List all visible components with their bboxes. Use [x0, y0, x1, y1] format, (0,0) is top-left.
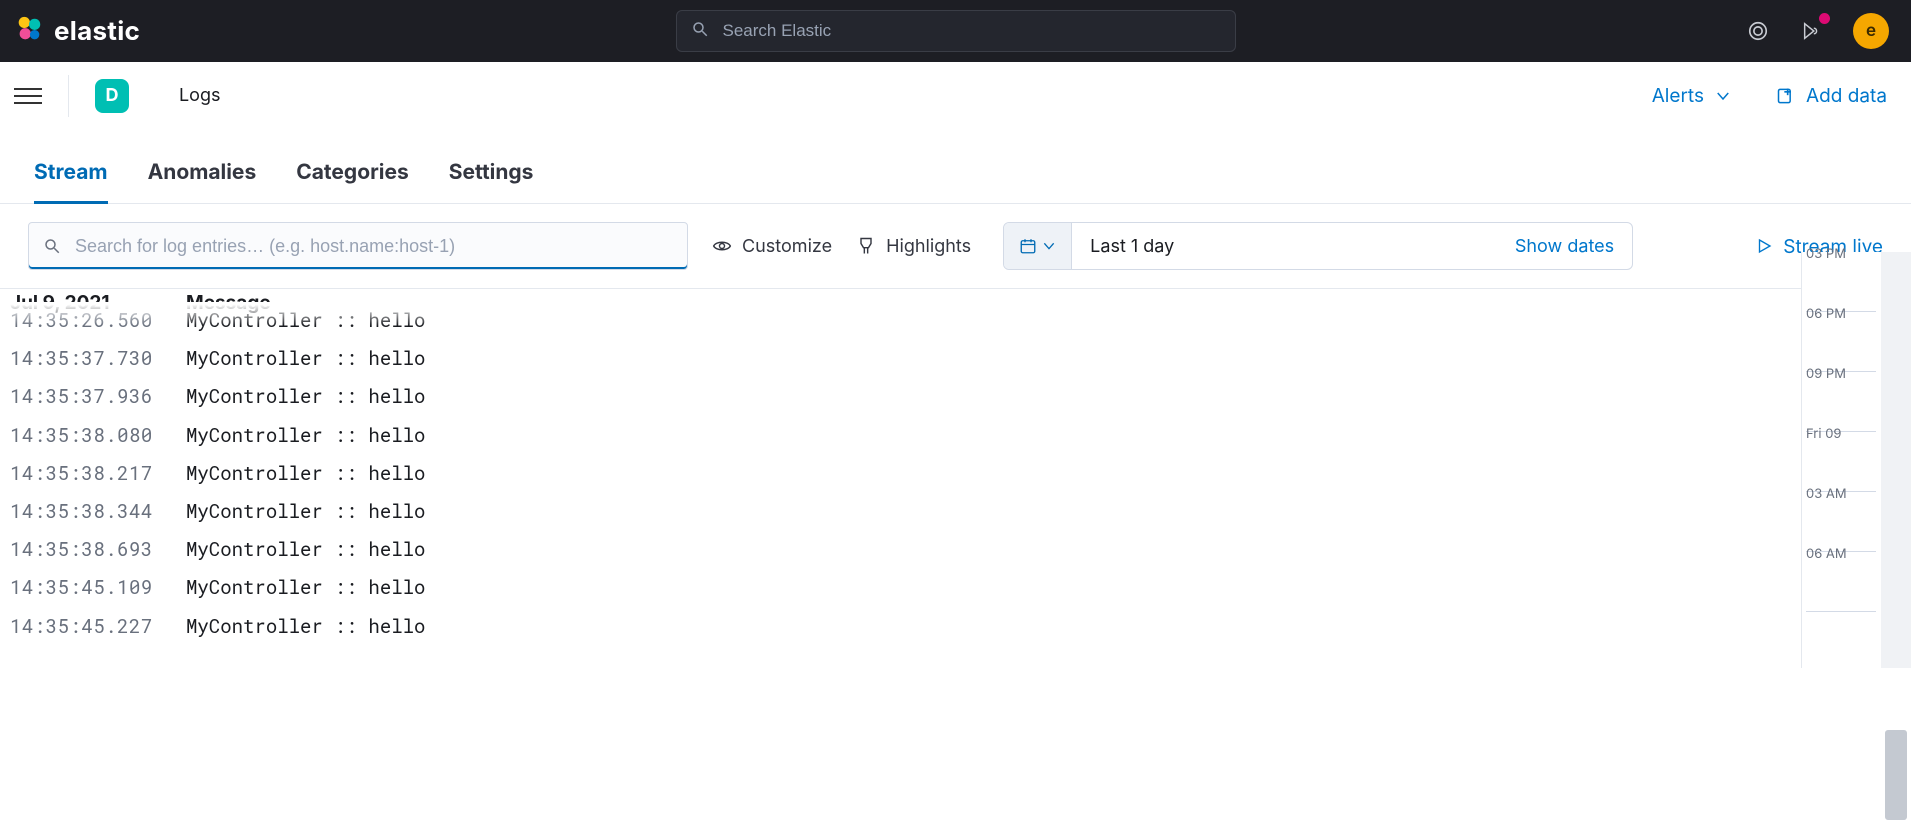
global-search-input[interactable] — [721, 20, 1221, 42]
newsfeed-icon[interactable] — [1799, 18, 1825, 44]
highlights-label: Highlights — [886, 236, 971, 257]
log-timestamp: 14:35:38.217 — [10, 457, 186, 491]
tab-categories[interactable]: Categories — [296, 160, 409, 203]
log-message: MyController :: hello — [186, 610, 425, 644]
log-message: MyController :: hello — [186, 457, 425, 491]
log-search[interactable] — [28, 222, 688, 270]
log-row[interactable]: 14:35:38.693MyController :: hello — [0, 531, 1911, 569]
log-row[interactable]: 14:35:37.936MyController :: hello — [0, 378, 1911, 416]
add-data-label: Add data — [1806, 84, 1887, 107]
log-timestamp: 14:35:37.730 — [10, 342, 186, 376]
highlights-button[interactable]: Highlights — [856, 236, 971, 257]
minimap-tick: 09 PM — [1806, 372, 1876, 432]
highlighter-icon — [856, 236, 876, 256]
date-picker: Last 1 day Show dates — [1003, 222, 1633, 270]
log-minimap[interactable]: 03 PM06 PM09 PMFri 0903 AM06 AM — [1801, 252, 1911, 668]
log-timestamp: 14:35:45.109 — [10, 571, 186, 605]
log-message: MyController :: hello — [186, 304, 425, 338]
tab-settings[interactable]: Settings — [449, 160, 534, 203]
log-timestamp: 14:35:26.560 — [10, 304, 186, 338]
log-row[interactable]: 14:35:38.217MyController :: hello — [0, 455, 1911, 493]
controls-bar: Customize Highlights Last 1 day Show dat… — [0, 204, 1911, 289]
elastic-logo-icon — [14, 14, 44, 48]
tab-anomalies[interactable]: Anomalies — [148, 160, 257, 203]
log-row[interactable]: 14:35:45.227MyController :: hello — [0, 608, 1911, 646]
search-icon — [43, 237, 61, 255]
log-row[interactable]: 14:35:38.080MyController :: hello — [0, 417, 1911, 455]
minimap-tick: 06 AM — [1806, 552, 1876, 612]
alerts-menu[interactable]: Alerts — [1652, 84, 1732, 107]
tab-stream[interactable]: Stream — [34, 160, 108, 203]
log-timestamp: 14:35:38.693 — [10, 533, 186, 567]
log-row[interactable]: 14:35:45.109MyController :: hello — [0, 569, 1911, 607]
log-timestamp: 14:35:45.227 — [10, 610, 186, 644]
log-message: MyController :: hello — [186, 419, 425, 453]
alerts-label: Alerts — [1652, 84, 1704, 107]
log-message: MyController :: hello — [186, 495, 425, 529]
add-data-link[interactable]: Add data — [1776, 84, 1887, 107]
log-rows[interactable]: 14:35:26.560MyController :: hello14:35:3… — [0, 302, 1911, 646]
log-message: MyController :: hello — [186, 342, 425, 376]
log-message: MyController :: hello — [186, 571, 425, 605]
play-icon — [1755, 237, 1773, 255]
tabs: Stream Anomalies Categories Settings — [0, 130, 1911, 204]
log-row[interactable]: 14:35:38.344MyController :: hello — [0, 493, 1911, 531]
nav-toggle-icon[interactable] — [14, 82, 42, 110]
add-data-icon — [1776, 86, 1796, 106]
app-header: D Logs Alerts Add data — [0, 62, 1911, 130]
log-row[interactable]: 14:35:26.560MyController :: hello — [0, 302, 1911, 340]
log-timestamp: 14:35:38.344 — [10, 495, 186, 529]
global-search[interactable] — [676, 10, 1236, 52]
log-message: MyController :: hello — [186, 380, 425, 414]
show-dates-link[interactable]: Show dates — [1515, 236, 1614, 257]
log-message: MyController :: hello — [186, 533, 425, 567]
chevron-down-icon — [1041, 238, 1057, 254]
global-header: elastic e — [0, 0, 1911, 62]
date-quick-button[interactable] — [1004, 223, 1072, 269]
eye-icon — [712, 236, 732, 256]
minimap-tick: Fri 09 — [1806, 432, 1876, 492]
divider — [68, 75, 69, 117]
log-timestamp: 14:35:37.936 — [10, 380, 186, 414]
minimap-tick: 03 AM — [1806, 492, 1876, 552]
brand-wordmark: elastic — [54, 16, 140, 47]
user-avatar[interactable]: e — [1853, 13, 1889, 49]
breadcrumb-page[interactable]: Logs — [179, 85, 221, 106]
log-timestamp: 14:35:38.080 — [10, 419, 186, 453]
customize-button[interactable]: Customize — [712, 236, 832, 257]
space-selector[interactable]: D — [95, 79, 129, 113]
brand[interactable]: elastic — [14, 14, 140, 48]
help-icon[interactable] — [1745, 18, 1771, 44]
customize-label: Customize — [742, 236, 832, 257]
log-search-input[interactable] — [73, 235, 673, 258]
calendar-icon — [1019, 237, 1037, 255]
minimap-tick: 06 PM — [1806, 312, 1876, 372]
log-row[interactable]: 14:35:37.730MyController :: hello — [0, 340, 1911, 378]
scrollbar[interactable] — [1881, 252, 1911, 668]
minimap-tick: 03 PM — [1806, 252, 1876, 312]
search-icon — [691, 20, 709, 42]
log-stream: Jul 9, 2021 Message 14:35:26.560MyContro… — [0, 289, 1911, 670]
chevron-down-icon — [1714, 87, 1732, 105]
date-range-label[interactable]: Last 1 day — [1090, 236, 1174, 257]
